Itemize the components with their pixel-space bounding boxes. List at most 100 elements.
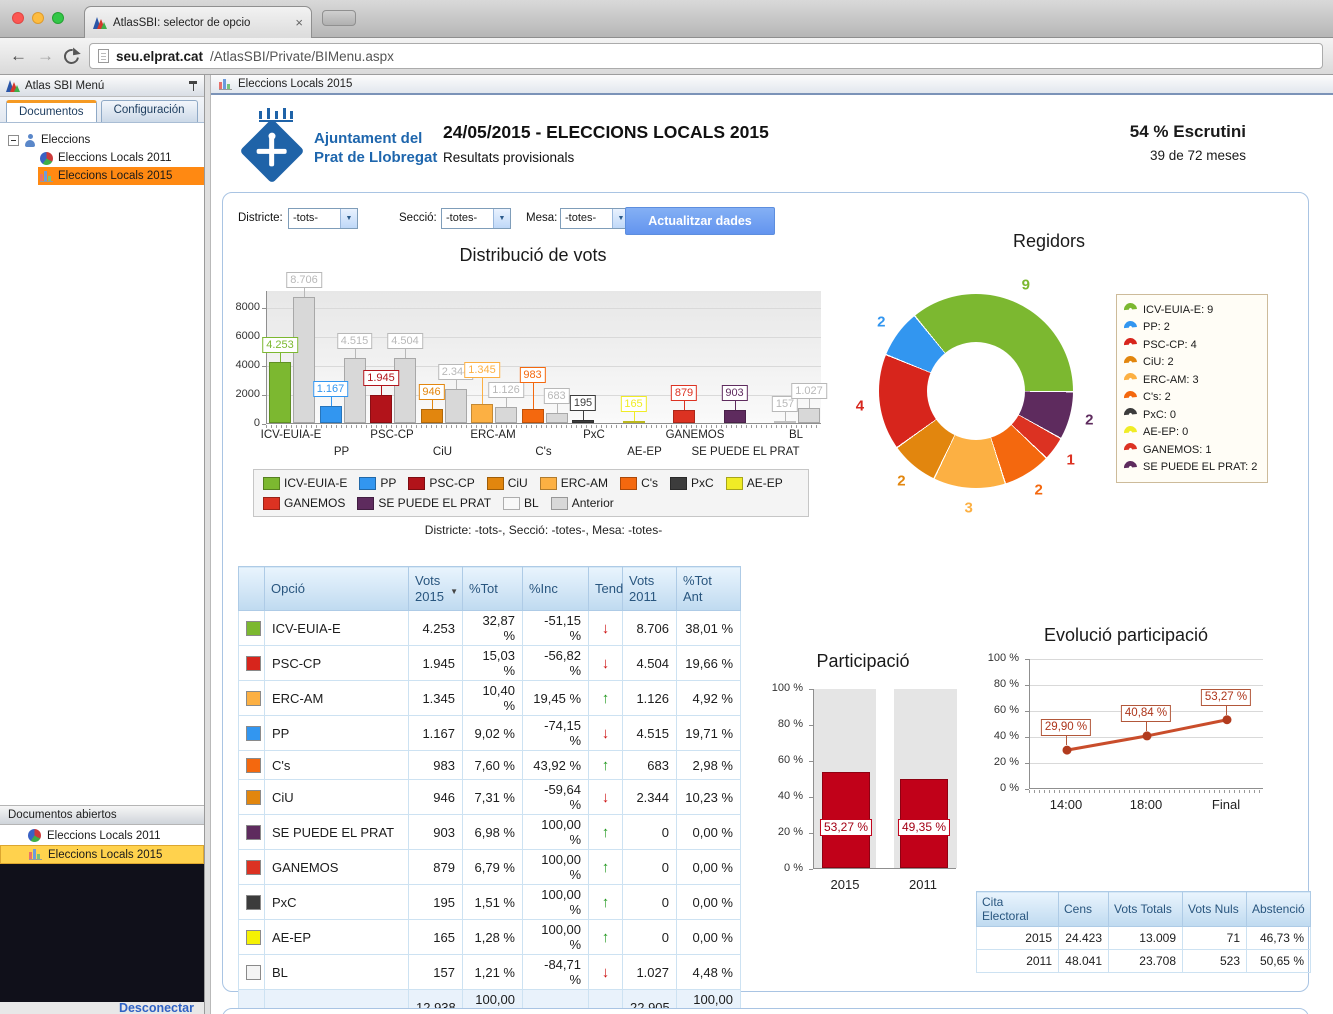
trend-up-icon: ↑ [602, 690, 610, 707]
tree-item-eleccions-2011[interactable]: Eleccions Locals 2011 [38, 149, 204, 167]
close-window-button[interactable] [12, 12, 24, 24]
bar-value-label: 1.126 [488, 382, 524, 398]
new-tab-button[interactable] [322, 10, 356, 26]
column-header[interactable]: Tend [589, 567, 623, 611]
party-swatch [246, 860, 261, 875]
table-row[interactable]: CiU9467,31 %-59,64 %↓2.34410,23 % [239, 780, 741, 815]
column-header[interactable]: %Tot [463, 567, 523, 611]
column-header[interactable]: %Inc [523, 567, 589, 611]
bar-value-label: 1.345 [464, 362, 500, 378]
vots-2015-cell: 983 [409, 751, 463, 780]
bar-label-line [533, 383, 534, 409]
column-header[interactable]: Vots Totals [1109, 892, 1183, 927]
column-header[interactable]: Vots2011 [623, 567, 677, 611]
column-header[interactable]: %Tot Ant [677, 567, 741, 611]
column-header[interactable]: Abstenció [1247, 892, 1311, 927]
table-row[interactable]: SE PUEDE EL PRAT9036,98 %100,00 %↑00,00 … [239, 815, 741, 850]
disconnect-link[interactable]: Desconectar [119, 1001, 194, 1014]
back-icon[interactable]: ← [10, 46, 27, 66]
party-name-cell: ICV-EUIA-E [265, 611, 409, 646]
table-row[interactable]: PP1.1679,02 %-74,15 %↓4.51519,71 % [239, 716, 741, 751]
legend-arc-swatch [1121, 318, 1139, 336]
districte-label: Districte: [238, 212, 283, 224]
zoom-window-button[interactable] [52, 12, 64, 24]
trend-down-icon: ↓ [602, 789, 610, 806]
tree-item-label: Eleccions Locals 2011 [58, 152, 172, 164]
districte-select[interactable]: -tots-▼ [288, 208, 358, 229]
x-axis-label: ERC-AM [470, 429, 515, 441]
open-doc-2011[interactable]: Eleccions Locals 2011 [0, 826, 204, 845]
tab-documentos[interactable]: Documentos [6, 100, 97, 122]
atlas-logo-icon [6, 79, 20, 92]
pin-icon[interactable] [188, 80, 198, 92]
column-header[interactable]: Cens [1059, 892, 1109, 927]
y-tick-label: 0 [226, 417, 260, 429]
pct-ant-cell: 4,48 % [677, 955, 741, 990]
seccio-select[interactable]: -totes-▼ [441, 208, 511, 229]
participacio-value-label: 49,35 % [898, 819, 950, 836]
vots-2011-cell: 0 [623, 885, 677, 920]
sort-icon[interactable]: ▼ [450, 584, 458, 600]
browser-tab[interactable]: AtlasSBI: selector de opcio × [84, 6, 312, 38]
point-value-label: 53,27 % [1201, 689, 1251, 706]
evolucio-title: Evolució participació [1044, 625, 1208, 646]
party-color-cell [239, 751, 265, 780]
legend-item: GANEMOS [263, 496, 345, 510]
tab-configuracion[interactable]: Configuración [101, 100, 198, 122]
y-tick-label: 40 % [985, 730, 1019, 742]
summary-cell: 24.423 [1059, 927, 1109, 950]
column-header[interactable]: Vots2015▼ [409, 567, 463, 611]
actualitzar-dades-button[interactable]: Actualitzar dades [625, 207, 775, 235]
bar-PxC [572, 420, 594, 423]
legend-swatch [408, 477, 425, 490]
table-row[interactable]: AE-EP1651,28 %100,00 %↑00,00 % [239, 920, 741, 955]
pct-tot-cell: 10,40 % [463, 681, 523, 716]
table-row[interactable]: ICV-EUIA-E4.25332,87 %-51,15 %↓8.70638,0… [239, 611, 741, 646]
table-row[interactable]: ERC-AM1.34510,40 %19,45 %↑1.1264,92 % [239, 681, 741, 716]
party-swatch [246, 656, 261, 671]
collapse-icon[interactable] [8, 135, 19, 146]
party-color-cell [239, 646, 265, 681]
y-tick-label: 6000 [226, 330, 260, 342]
pct-ant-cell: 38,01 % [677, 611, 741, 646]
bar-value-label: 4.253 [262, 337, 298, 353]
tree-item-eleccions-2015[interactable]: Eleccions Locals 2015 [38, 167, 204, 185]
table-row[interactable]: C's9837,60 %43,92 %↑6832,98 % [239, 751, 741, 780]
y-tick [1025, 685, 1029, 686]
document-tab-label[interactable]: Eleccions Locals 2015 [238, 78, 352, 90]
results-table-grid: OpcióVots2015▼%Tot%IncTendVots2011%Tot A… [238, 566, 741, 1014]
table-row[interactable]: PxC1951,51 %100,00 %↑00,00 % [239, 885, 741, 920]
reload-icon[interactable] [64, 49, 79, 64]
mesa-select[interactable]: -totes-▼ [560, 208, 630, 229]
chevron-down-icon[interactable]: ▼ [340, 209, 357, 228]
pct-inc-cell: -59,64 % [523, 780, 589, 815]
tab-close-icon[interactable]: × [295, 15, 303, 30]
vots-2015-cell: 195 [409, 885, 463, 920]
tree-node-eleccions[interactable]: Eleccions [8, 131, 204, 149]
chevron-down-icon[interactable]: ▼ [493, 209, 510, 228]
column-header[interactable]: Opció [265, 567, 409, 611]
bar-AE-EP [623, 421, 645, 423]
bar-value-label: 1.945 [363, 370, 399, 386]
table-row[interactable]: BL1571,21 %-84,71 %↓1.0274,48 % [239, 955, 741, 990]
table-row[interactable]: PSC-CP1.94515,03 %-56,82 %↓4.50419,66 % [239, 646, 741, 681]
bar-value-label: 8.706 [286, 272, 322, 288]
pct-ant-cell: 0,00 % [677, 815, 741, 850]
legend-swatch [487, 477, 504, 490]
forward-icon[interactable]: → [37, 46, 54, 66]
url-bar[interactable]: seu.elprat.cat/AtlasSBI/Private/BIMenu.a… [89, 43, 1323, 69]
summary-cell: 23.708 [1109, 950, 1183, 973]
table-row[interactable]: GANEMOS8796,79 %100,00 %↑00,00 % [239, 850, 741, 885]
bar-value-label: 903 [721, 385, 747, 401]
open-doc-2015[interactable]: Eleccions Locals 2015 [0, 845, 204, 864]
column-header[interactable]: Vots Nuls [1183, 892, 1247, 927]
minimize-window-button[interactable] [32, 12, 44, 24]
column-header[interactable]: Cita Electoral [977, 892, 1059, 927]
pct-inc-cell: 100,00 % [523, 885, 589, 920]
bar-value-label: 165 [620, 396, 646, 412]
bar-label-line [331, 397, 332, 406]
legend-swatch [540, 477, 557, 490]
vots-2015-cell: 1.945 [409, 646, 463, 681]
column-header[interactable] [239, 567, 265, 611]
escrutini-percent: 54 % Escrutini [1130, 122, 1246, 142]
